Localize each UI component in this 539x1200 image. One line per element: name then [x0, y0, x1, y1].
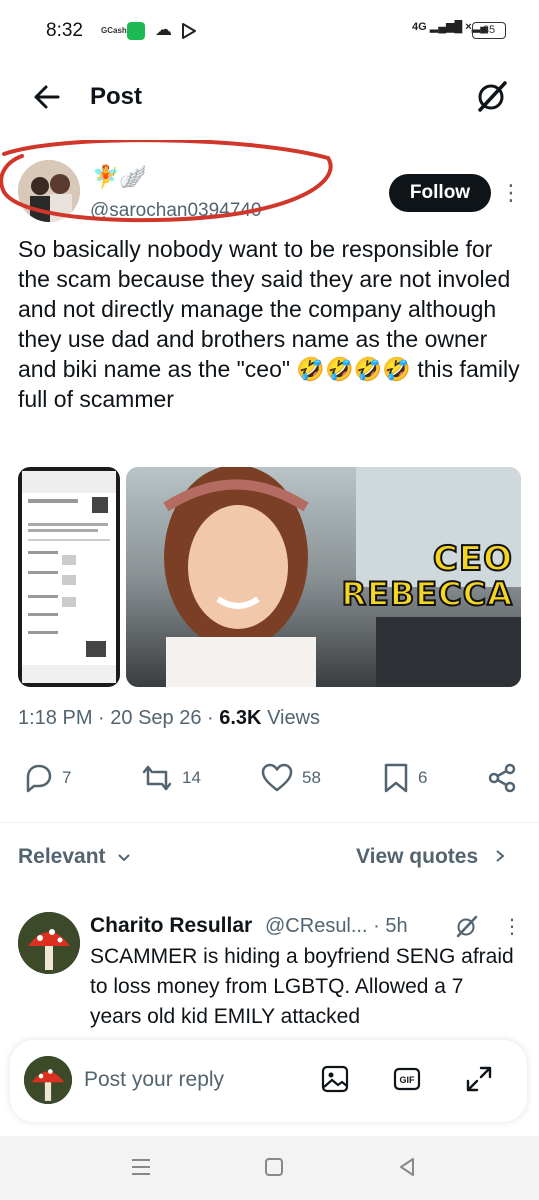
gcash-notification-icon: GCash	[101, 26, 127, 35]
back-icon[interactable]	[396, 1156, 418, 1178]
overlay-line-1: CEO	[432, 538, 513, 580]
home-icon[interactable]	[263, 1156, 285, 1178]
bookmark-icon	[384, 763, 408, 793]
grok-icon[interactable]	[474, 78, 510, 114]
reply-body: SCAMMER is hiding a boyfriend SENG afrai…	[90, 945, 514, 1028]
system-nav-bar	[0, 1136, 539, 1200]
reply-composer[interactable]: Post your reply GIF	[10, 1040, 527, 1122]
share-button[interactable]	[486, 760, 518, 796]
document-screenshot	[22, 471, 116, 683]
post-body: So basically nobody want to be responsib…	[18, 236, 520, 412]
repost-icon	[142, 765, 172, 791]
menu-icon[interactable]	[130, 1156, 152, 1178]
network-type: 4G	[412, 21, 427, 33]
expand-icon[interactable]	[464, 1064, 494, 1094]
like-button[interactable]: 58	[260, 760, 321, 796]
chevron-down-icon	[118, 854, 131, 862]
section-divider	[0, 822, 539, 823]
user-avatar	[24, 1056, 72, 1104]
reply-button[interactable]: 7	[22, 760, 71, 796]
post-time: 1:18 PM	[18, 707, 93, 729]
play-store-icon	[182, 23, 196, 39]
reply-author-name[interactable]: Charito Resullar	[90, 914, 252, 938]
repost-button[interactable]: 14	[140, 760, 201, 796]
media-thumbnail-video[interactable]: CEO REBECCA	[126, 467, 521, 687]
view-quotes-link[interactable]: View quotes	[356, 845, 506, 869]
status-bar: 8:32 GCash ☁ 4G ▂▄▆█ ×▂▄ 35	[0, 0, 539, 64]
overlay-line-2: REBECCA	[341, 574, 513, 614]
share-icon	[488, 763, 516, 793]
heart-icon	[261, 763, 293, 792]
reply-input[interactable]: Post your reply	[84, 1068, 224, 1092]
post-date: 20 Sep 26	[110, 707, 202, 729]
top-header: Post	[0, 64, 539, 130]
clock: 8:32	[46, 20, 83, 41]
reply-count: 7	[62, 768, 72, 787]
action-bar: 7 14 58 6	[0, 760, 539, 800]
like-count: 58	[302, 768, 321, 787]
view-quotes-label: View quotes	[356, 845, 479, 868]
more-options-icon[interactable]: ⋮	[500, 180, 522, 206]
reply-more-options-icon[interactable]: ⋮	[502, 914, 522, 939]
page-title: Post	[90, 83, 143, 110]
reply-author-handle: @CResul... · 5h	[265, 915, 408, 937]
image-icon[interactable]	[320, 1064, 350, 1094]
reply-author-avatar[interactable]	[18, 912, 80, 974]
sort-relevant-dropdown[interactable]: Relevant	[18, 845, 131, 869]
bookmark-count: 6	[418, 768, 428, 787]
video-overlay-caption: CEO REBECCA	[341, 538, 513, 614]
svg-text:GIF: GIF	[400, 1075, 416, 1085]
views-count: 6.3K	[219, 707, 262, 729]
views-label: Views	[267, 707, 321, 729]
battery-icon: 35	[472, 22, 506, 39]
back-arrow-icon[interactable]	[30, 80, 64, 114]
red-circle-annotation	[0, 140, 333, 223]
relevant-label: Relevant	[18, 845, 106, 868]
gif-icon[interactable]: GIF	[392, 1064, 422, 1094]
bookmark-button[interactable]: 6	[382, 760, 427, 796]
media-thumbnail-document[interactable]	[18, 467, 120, 687]
follow-button[interactable]: Follow	[389, 174, 491, 212]
repost-count: 14	[182, 768, 201, 787]
grok-icon[interactable]	[455, 914, 479, 938]
chevron-right-icon	[496, 850, 505, 862]
cloud-icon: ☁	[155, 20, 172, 39]
post-meta: 1:18 PM · 20 Sep 26 · 6.3K Views	[18, 707, 321, 729]
app-notification-icon	[127, 22, 145, 40]
reply-icon	[26, 764, 52, 793]
